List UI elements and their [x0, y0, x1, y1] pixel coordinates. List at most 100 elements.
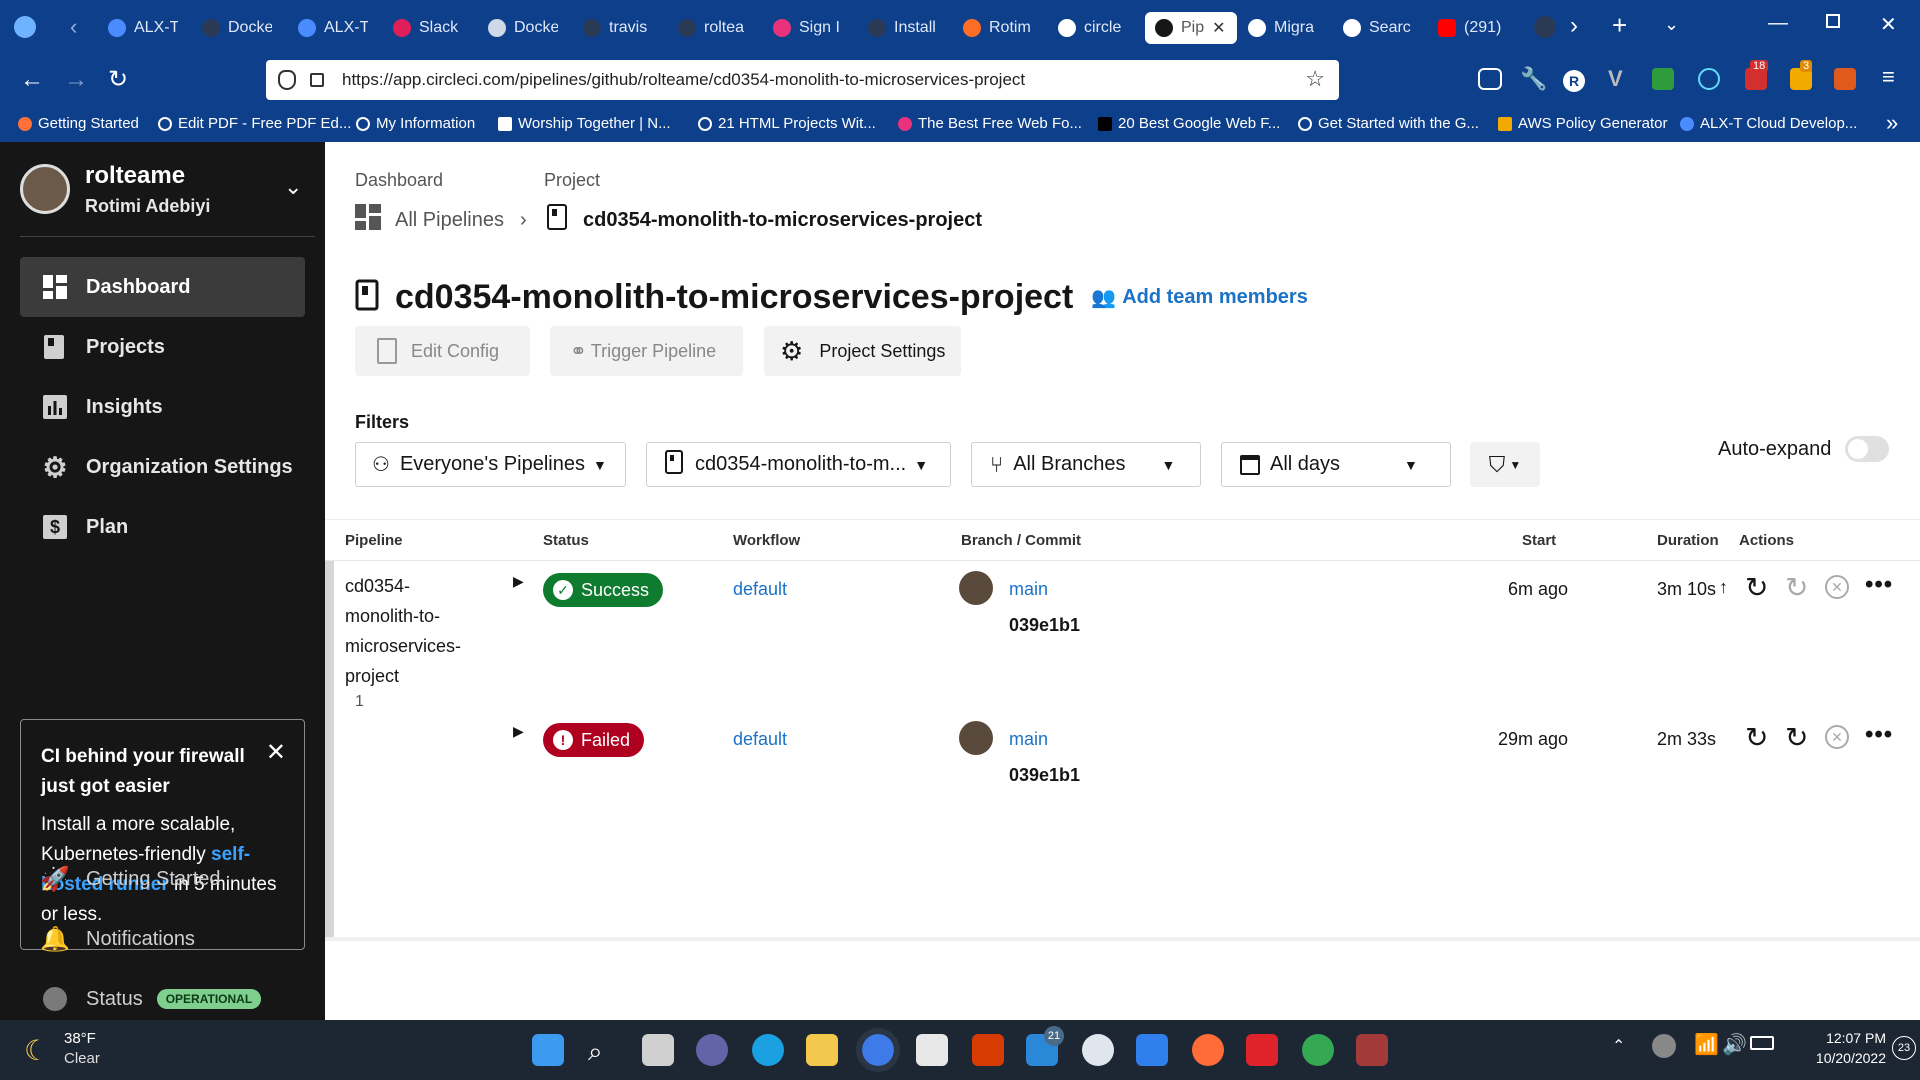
- tab-7[interactable]: roltea: [678, 12, 748, 44]
- sidebar-item-dashboard[interactable]: Dashboard: [20, 257, 305, 317]
- bookmark-item[interactable]: Edit PDF - Free PDF Ed...: [158, 115, 351, 132]
- close-icon[interactable]: ✕: [266, 738, 286, 768]
- pipeline-name[interactable]: cd0354- monolith-to- microservices- proj…: [345, 571, 461, 691]
- bookmark-item[interactable]: The Best Free Web Fo...: [898, 115, 1082, 132]
- commit-hash[interactable]: 039e1b1: [1009, 765, 1080, 786]
- extension-r-icon[interactable]: R: [1563, 70, 1585, 92]
- clock-date[interactable]: 10/20/2022: [1788, 1050, 1886, 1066]
- github-desktop-icon[interactable]: [1082, 1034, 1114, 1066]
- sidebar-item-insights[interactable]: Insights: [20, 377, 305, 437]
- sidebar-item-projects[interactable]: Projects: [20, 317, 305, 377]
- menu-icon[interactable]: ≡: [1882, 64, 1895, 90]
- sidebar-item-plan[interactable]: $ Plan: [20, 497, 305, 557]
- rerun-failed-icon[interactable]: ↻: [1785, 571, 1808, 604]
- bookmark-item[interactable]: AWS Policy Generator: [1498, 115, 1668, 132]
- breadcrumb-project[interactable]: cd0354-monolith-to-microservices-project: [547, 204, 982, 236]
- task-view-icon[interactable]: [642, 1034, 674, 1066]
- project-settings-button[interactable]: ⚙ Project Settings: [764, 326, 961, 376]
- postman-icon[interactable]: [1192, 1034, 1224, 1066]
- bookmark-item[interactable]: ALX-T Cloud Develop...: [1680, 115, 1857, 132]
- tab-14[interactable]: Searc: [1343, 12, 1413, 44]
- firefox-icon[interactable]: [14, 16, 36, 38]
- wifi-icon[interactable]: 📶: [1694, 1032, 1719, 1057]
- forward-icon[interactable]: →: [64, 66, 88, 94]
- file-explorer-icon[interactable]: [806, 1034, 838, 1066]
- commit-hash[interactable]: 039e1b1: [1009, 615, 1080, 636]
- wps-icon[interactable]: [1246, 1034, 1278, 1066]
- rerun-icon[interactable]: ↻: [1745, 721, 1768, 754]
- tab-15[interactable]: (291): [1438, 12, 1508, 44]
- edit-config-button[interactable]: Edit Config: [355, 326, 530, 376]
- search-icon[interactable]: ⌕: [588, 1036, 603, 1068]
- tab-favicon-icon[interactable]: [1534, 16, 1556, 38]
- list-tabs-icon[interactable]: ⌄: [1664, 14, 1679, 35]
- trigger-pipeline-button[interactable]: ⚭ Trigger Pipeline: [550, 326, 743, 376]
- lock-icon[interactable]: [310, 73, 324, 87]
- tab-10[interactable]: Rotim: [963, 12, 1033, 44]
- shield-icon[interactable]: [278, 70, 296, 90]
- sidebar-item-organization-settings[interactable]: ⚙ Organization Settings: [20, 437, 305, 497]
- sidebar-item-notifications[interactable]: 🔔 Notifications: [20, 914, 195, 964]
- firefox-taskbar-icon[interactable]: [856, 1028, 900, 1072]
- more-actions-icon[interactable]: •••: [1865, 721, 1893, 749]
- chevron-up-icon[interactable]: ⌃: [1612, 1036, 1625, 1056]
- bookmark-item[interactable]: 21 HTML Projects Wit...: [698, 115, 876, 132]
- extension-sun-icon[interactable]: [1834, 68, 1856, 90]
- notification-count-badge[interactable]: 23: [1892, 1036, 1916, 1060]
- status-badge-failed[interactable]: ! Failed: [543, 723, 645, 757]
- sidebar-item-getting-started[interactable]: 🚀 Getting Started: [20, 854, 220, 904]
- branch-filter-dropdown[interactable]: ⑂ All Branches ▼: [971, 442, 1201, 487]
- bookmark-item[interactable]: My Information: [356, 115, 475, 132]
- tab-2[interactable]: Docke: [202, 12, 272, 44]
- more-filters-button[interactable]: ⛉ ▼: [1470, 442, 1540, 487]
- tab-6[interactable]: travis: [583, 12, 653, 44]
- tab-8[interactable]: Sign I: [773, 12, 843, 44]
- cancel-icon[interactable]: ✕: [1825, 575, 1849, 599]
- wrench-icon[interactable]: 🔧: [1520, 66, 1547, 92]
- windows-start-icon[interactable]: [532, 1034, 564, 1066]
- add-team-members-link[interactable]: 👥 Add team members: [1091, 285, 1308, 310]
- extension-green-icon[interactable]: [1652, 68, 1674, 90]
- tab-11[interactable]: circle: [1058, 12, 1128, 44]
- tab-5[interactable]: Docke: [488, 12, 558, 44]
- tab-scroll-left-icon[interactable]: ‹: [70, 14, 77, 40]
- new-tab-icon[interactable]: +: [1612, 10, 1627, 41]
- teams-chat-icon[interactable]: [696, 1034, 728, 1066]
- more-actions-icon[interactable]: •••: [1865, 571, 1893, 599]
- bookmark-item[interactable]: Worship Together | N...: [498, 115, 671, 132]
- sidebar-item-status[interactable]: Status OPERATIONAL: [20, 974, 262, 1024]
- tab-scroll-right-icon[interactable]: ›: [1570, 12, 1578, 40]
- rerun-failed-icon[interactable]: ↻: [1785, 721, 1808, 754]
- bookmark-item[interactable]: 20 Best Google Web F...: [1098, 115, 1280, 132]
- tab-1[interactable]: ALX-T: [108, 12, 178, 44]
- reload-icon[interactable]: ↻: [108, 65, 128, 94]
- auto-expand-toggle[interactable]: [1845, 436, 1889, 462]
- project-filter-dropdown[interactable]: cd0354-monolith-to-m... ▼: [646, 442, 951, 487]
- date-filter-dropdown[interactable]: All days ▼: [1221, 442, 1451, 487]
- workflow-link[interactable]: default: [733, 579, 787, 600]
- microsoft-store-icon[interactable]: [916, 1034, 948, 1066]
- back-icon[interactable]: ←: [20, 66, 44, 94]
- url-text[interactable]: https://app.circleci.com/pipelines/githu…: [342, 70, 1025, 90]
- cancel-icon[interactable]: ✕: [1825, 725, 1849, 749]
- breadcrumb-all-pipelines[interactable]: All Pipelines ›: [355, 204, 527, 236]
- branch-link[interactable]: main: [1009, 579, 1048, 600]
- org-switcher-chevron-icon[interactable]: ⌄: [284, 174, 302, 200]
- avatar[interactable]: [20, 164, 70, 214]
- speaker-icon[interactable]: 🔊: [1722, 1032, 1747, 1057]
- maximize-icon[interactable]: [1826, 14, 1840, 28]
- extension-v-icon[interactable]: V: [1608, 66, 1623, 92]
- battery-icon[interactable]: [1750, 1036, 1774, 1050]
- office-icon[interactable]: [972, 1034, 1004, 1066]
- bookmark-star-icon[interactable]: ☆: [1305, 66, 1325, 92]
- status-badge-success[interactable]: ✓ Success: [543, 573, 664, 607]
- tab-9[interactable]: Install: [868, 12, 938, 44]
- winrar-icon[interactable]: [1356, 1034, 1388, 1066]
- clock-time[interactable]: 12:07 PM: [1806, 1030, 1886, 1046]
- edge-icon[interactable]: [752, 1034, 784, 1066]
- tab-13[interactable]: Migra: [1248, 12, 1318, 44]
- weather-temp[interactable]: 38°F: [64, 1030, 96, 1047]
- more-bookmarks-icon[interactable]: »: [1886, 110, 1898, 136]
- minimize-icon[interactable]: —: [1768, 12, 1788, 35]
- close-tab-icon[interactable]: ✕: [1212, 18, 1225, 38]
